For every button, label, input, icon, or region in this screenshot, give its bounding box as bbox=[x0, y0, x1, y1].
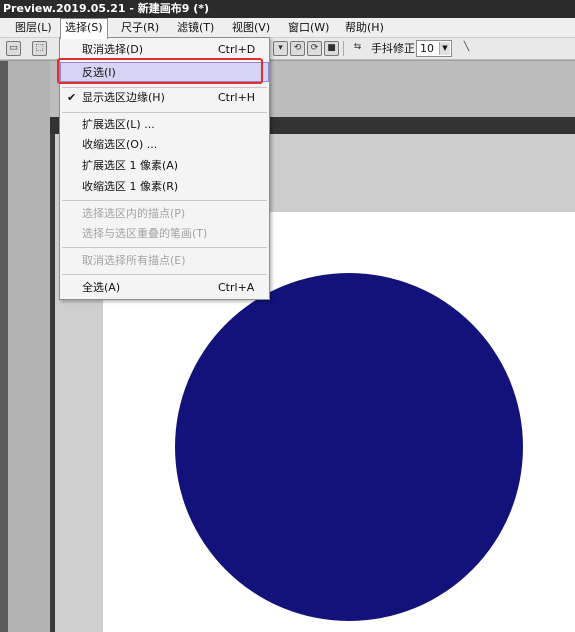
menu-separator bbox=[62, 274, 267, 275]
chevron-down-icon: ▼ bbox=[439, 42, 450, 55]
menu-separator bbox=[62, 247, 267, 248]
annotation-highlight-box bbox=[57, 58, 263, 84]
stabilizer-value: 10 bbox=[420, 42, 434, 55]
menu-item-label: 显示选区边缘(H) bbox=[82, 91, 165, 104]
left-dock-edge bbox=[0, 61, 8, 632]
menu-item-label: 全选(A) bbox=[82, 281, 121, 294]
menu-ruler[interactable]: 尺子(R) bbox=[117, 18, 163, 38]
stop-icon[interactable]: ■ bbox=[324, 41, 339, 56]
shortcut-label: Ctrl+D bbox=[218, 43, 256, 56]
menu-item-select-anchors[interactable]: 选择选区内的描点(P) bbox=[60, 204, 269, 224]
tool-select-lasso-icon[interactable]: ⬚ bbox=[32, 41, 47, 56]
menu-item-label: 取消选择(D) bbox=[82, 43, 144, 56]
menu-item-label: 收缩选区 1 像素(R) bbox=[82, 180, 179, 193]
rotate-right-icon[interactable]: ⟳ bbox=[307, 41, 322, 56]
window-title: Preview.2019.05.21 - 新建画布9 (*) bbox=[0, 0, 575, 18]
menu-item-label: 扩展选区(L) ... bbox=[82, 118, 155, 131]
menu-window[interactable]: 窗口(W) bbox=[284, 18, 333, 38]
menu-item-label: 取消选择所有描点(E) bbox=[82, 254, 186, 267]
menu-item-deselect-anchors[interactable]: 取消选择所有描点(E) bbox=[60, 251, 269, 271]
menu-select[interactable]: 选择(S) bbox=[60, 18, 108, 39]
menu-item-label: 收缩选区(O) ... bbox=[82, 138, 158, 151]
menu-help[interactable]: 帮助(H) bbox=[341, 18, 388, 38]
menu-item-shrink-1px[interactable]: 收缩选区 1 像素(R) bbox=[60, 177, 269, 197]
menu-item-expand-1px[interactable]: 扩展选区 1 像素(A) bbox=[60, 156, 269, 176]
menu-item-label: 扩展选区 1 像素(A) bbox=[82, 159, 179, 172]
line-tool-icon[interactable]: ╲ bbox=[459, 41, 474, 56]
stabilizer-label: 手抖修正 bbox=[371, 42, 415, 55]
tool-select-rect-icon[interactable]: ▭ bbox=[6, 41, 21, 56]
menu-item-deselect[interactable]: 取消选择(D) Ctrl+D bbox=[60, 40, 269, 60]
menu-item-label: 选择选区内的描点(P) bbox=[82, 207, 186, 220]
menu-item-select-overlapping-strokes[interactable]: 选择与选区重叠的笔画(T) bbox=[60, 224, 269, 244]
menu-item-show-selection-edge[interactable]: ✔ 显示选区边缘(H) Ctrl+H bbox=[60, 88, 269, 108]
stabilizer-select[interactable]: 10 ▼ bbox=[416, 40, 452, 57]
checkmark-icon: ✔ bbox=[67, 91, 77, 104]
tool-stop-small-icon[interactable]: ▾ bbox=[273, 41, 288, 56]
menu-item-select-all[interactable]: 全选(A) Ctrl+A bbox=[60, 278, 269, 298]
left-panel bbox=[8, 61, 50, 632]
menu-item-label: 选择与选区重叠的笔画(T) bbox=[82, 227, 208, 240]
toolbar-divider bbox=[343, 41, 344, 56]
menu-separator bbox=[62, 200, 267, 201]
rotate-left-icon[interactable]: ⟲ bbox=[290, 41, 305, 56]
menu-layer[interactable]: 图层(L) bbox=[11, 18, 56, 38]
shortcut-label: Ctrl+H bbox=[218, 91, 256, 104]
menu-separator bbox=[62, 112, 267, 113]
menu-item-expand-selection[interactable]: 扩展选区(L) ... bbox=[60, 115, 269, 135]
flip-arrows-icon[interactable]: ⇆ bbox=[350, 41, 365, 56]
menu-filter[interactable]: 滤镜(T) bbox=[173, 18, 218, 38]
circle-shape[interactable] bbox=[175, 273, 523, 621]
menubar: 图层(L) 选择(S) 尺子(R) 滤镜(T) 视图(V) 窗口(W) 帮助(H… bbox=[0, 18, 575, 39]
menu-view[interactable]: 视图(V) bbox=[228, 18, 274, 38]
menu-item-shrink-selection[interactable]: 收缩选区(O) ... bbox=[60, 135, 269, 155]
shortcut-label: Ctrl+A bbox=[218, 281, 255, 294]
